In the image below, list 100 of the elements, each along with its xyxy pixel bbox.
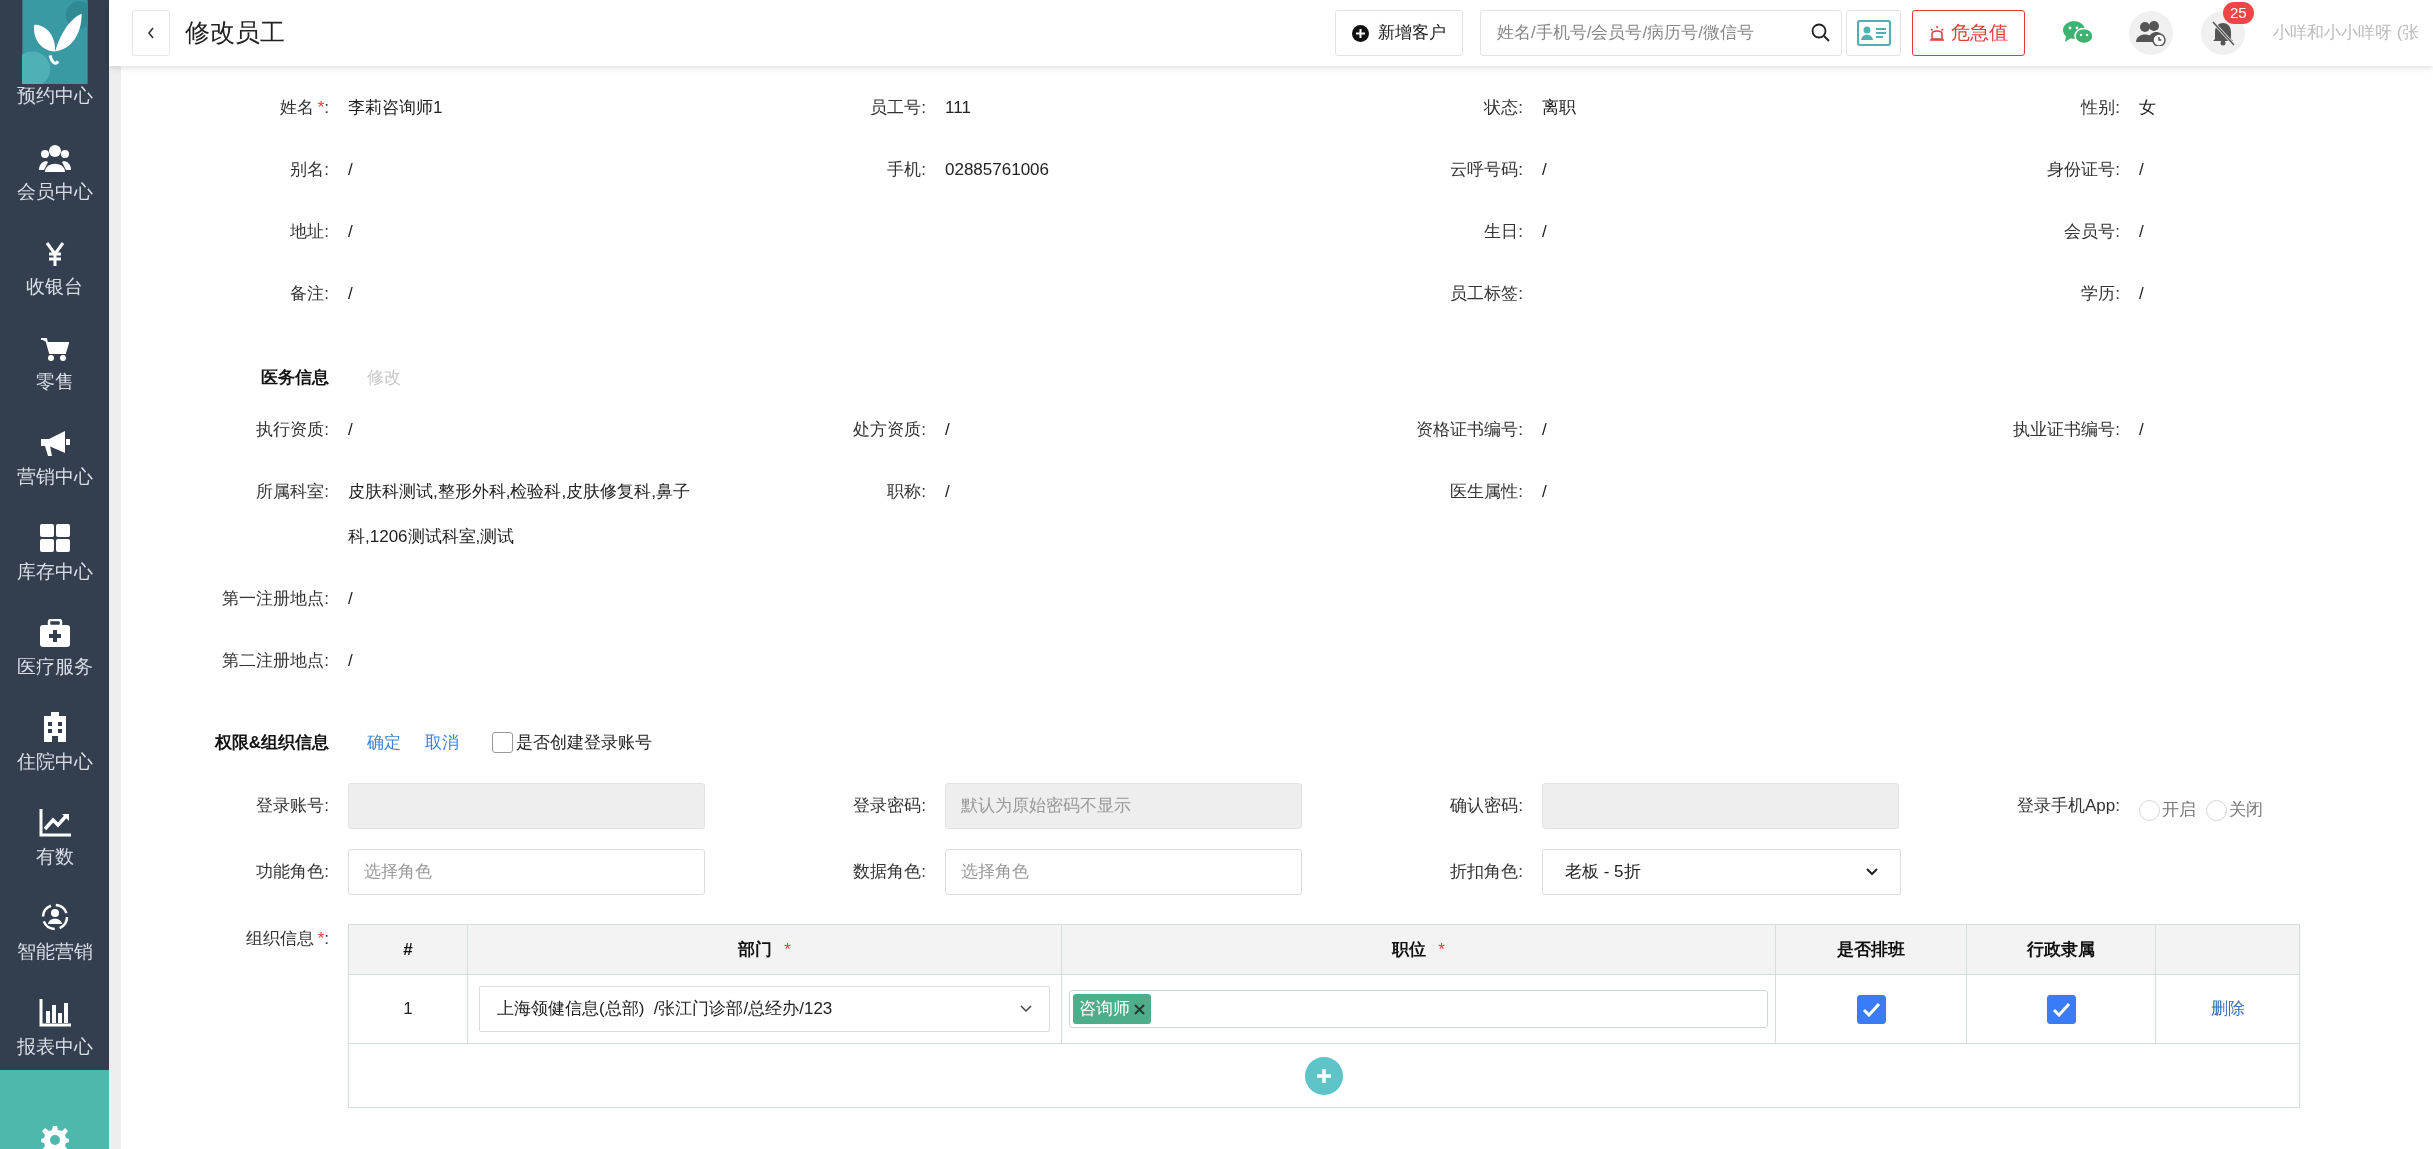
department-select[interactable]: 上海领健信息(总部) /张江门诊部/总经办/123 <box>479 986 1050 1032</box>
checkbox[interactable] <box>2046 994 2076 1024</box>
radio-label: 关闭 <box>2229 799 2263 822</box>
field-label: 性别: <box>2081 97 2120 119</box>
yen-icon <box>44 241 65 267</box>
checkbox[interactable] <box>1856 994 1886 1024</box>
column-header: 是否排班 <box>1776 925 1967 974</box>
plus-circle-icon <box>1352 24 1369 42</box>
field-value: / <box>348 283 354 305</box>
field-value: 111 <box>945 97 972 119</box>
field-label: 数据角色: <box>853 861 926 884</box>
field-label: 第一注册地点: <box>222 588 329 610</box>
field-value: 女 <box>2139 97 2157 119</box>
chevron-down-icon <box>1020 1005 1032 1013</box>
id-card-button[interactable] <box>1846 10 1901 56</box>
new-customer-button[interactable]: 新增客户 <box>1335 10 1463 56</box>
notification-count-badge: 25 <box>2223 2 2254 24</box>
field-value: / <box>1542 159 1548 181</box>
checkbox[interactable] <box>492 732 513 753</box>
column-header: # <box>349 925 468 974</box>
sidebar-label: 预约中心 <box>16 84 93 108</box>
sidebar-label: 收银台 <box>26 275 83 299</box>
field-label: 医生属性: <box>1450 481 1523 503</box>
field-label: 地址: <box>290 221 329 243</box>
field-value: / <box>2139 283 2145 305</box>
field-label: 备注: <box>290 283 329 305</box>
field-label: 员工号: <box>870 97 926 119</box>
field-label: 登录手机App: <box>2017 795 2120 818</box>
user-name: 小咩和小小咩呀 (张 <box>2273 22 2421 45</box>
field-value: / <box>2139 221 2145 243</box>
page-title: 修改员工 <box>185 17 285 49</box>
trend-chart-icon <box>38 809 71 837</box>
field-value: 02885761006 <box>945 159 1050 181</box>
row-number: 1 <box>403 998 413 1021</box>
field-label: 折扣角色: <box>1450 861 1523 884</box>
bar-chart-icon <box>38 999 71 1027</box>
cancel-link[interactable]: 取消 <box>425 729 459 756</box>
checkbox-label: 是否创建登录账号 <box>516 731 652 754</box>
confirm-link[interactable]: 确定 <box>367 729 401 756</box>
alarm-icon <box>1929 25 1945 41</box>
sidebar-label: 零售 <box>35 370 74 394</box>
chat-bubbles-icon[interactable] <box>2062 20 2094 46</box>
required-mark: * <box>1438 938 1445 961</box>
id-card-icon <box>1856 20 1891 46</box>
field-label: 身份证号: <box>2047 159 2120 181</box>
delete-link[interactable]: 删除 <box>2210 996 2245 1022</box>
chevron-left-icon <box>147 27 155 39</box>
field-value: / <box>945 419 951 441</box>
people-clock-icon <box>2136 20 2166 46</box>
field-value: / <box>348 221 354 243</box>
section-title: 医务信息 <box>261 367 329 389</box>
field-value: 皮肤科测试,整形外科,检验科,皮肤修复科,鼻子科,1206测试科室,测试 <box>348 481 691 548</box>
sidebar-label: 营销中心 <box>16 465 93 489</box>
input-field[interactable]: 选择角色 <box>945 849 1302 895</box>
section-title: 权限&组织信息 <box>214 731 329 754</box>
close-icon[interactable] <box>1134 1003 1145 1015</box>
field-label: 别名: <box>290 159 329 181</box>
field-label: 功能角色: <box>256 861 329 884</box>
search-icon[interactable] <box>1811 23 1830 42</box>
field-label: 登录账号: <box>256 795 329 818</box>
field-label: 云呼号码: <box>1450 159 1523 181</box>
sidebar-item[interactable] <box>0 1070 109 1149</box>
column-header: 行政隶属 <box>1967 925 2156 974</box>
input-field[interactable]: 选择角色 <box>348 849 705 895</box>
megaphone-icon <box>38 429 71 457</box>
required-mark: * <box>317 97 325 119</box>
field-label: 资格证书编号: <box>1416 419 1523 441</box>
user-circle-icon <box>39 902 70 932</box>
sidebar-label: 智能营销 <box>16 940 93 964</box>
discount-select[interactable]: 老板 - 5折 <box>1542 849 1901 895</box>
header-label: 部门 <box>738 938 773 961</box>
field-label: 登录密码: <box>853 795 926 818</box>
check-icon <box>1861 1001 1881 1017</box>
add-row-button[interactable] <box>1305 1056 1343 1095</box>
field-label: 会员号: <box>2064 221 2120 243</box>
field-value: 李莉咨询师1 <box>348 97 444 119</box>
critical-value-button[interactable]: 危急值 <box>1912 10 2025 56</box>
field-label: 执行资质: <box>256 419 329 441</box>
field-value: / <box>1542 221 1548 243</box>
team-schedule-button[interactable] <box>2129 11 2173 55</box>
search-field[interactable]: 姓名/手机号/会员号/病历号/微信号 <box>1480 10 1842 56</box>
field-value: / <box>348 159 354 181</box>
required-mark: * <box>784 938 791 961</box>
field-label: 姓名 <box>279 97 314 119</box>
sidebar-label: 有数 <box>35 845 74 869</box>
chevron-down-icon <box>1866 868 1878 876</box>
header-label: 职位 <box>1392 938 1427 961</box>
field-label: 确认密码: <box>1450 795 1523 818</box>
field-value: / <box>945 481 951 503</box>
field-label: 职称: <box>887 481 926 503</box>
building-icon <box>42 712 67 742</box>
label-colon: : <box>324 97 329 119</box>
field-value: / <box>348 419 354 441</box>
field-value: / <box>2139 159 2145 181</box>
field-value: / <box>348 650 354 672</box>
select-value: 上海领健信息(总部) /张江门诊部/总经办/123 <box>497 998 833 1021</box>
field-label: 手机: <box>887 159 926 181</box>
field-label: 第二注册地点: <box>222 650 329 672</box>
check-icon <box>2051 1001 2071 1017</box>
field-value: / <box>1542 419 1548 441</box>
